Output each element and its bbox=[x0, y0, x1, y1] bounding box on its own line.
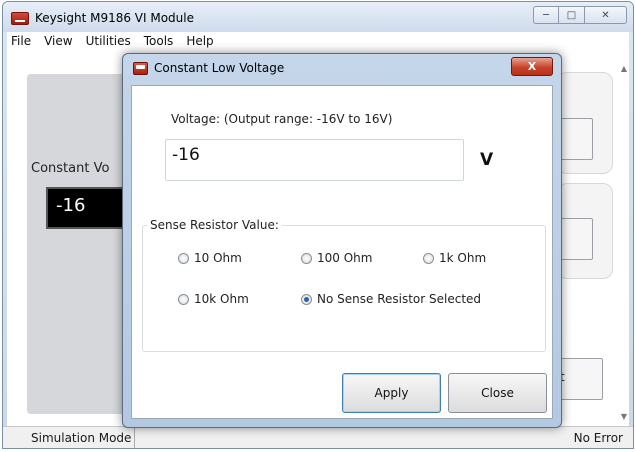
radio-button-icon bbox=[178, 293, 189, 305]
voltage-input-value: -16 bbox=[172, 145, 200, 165]
sense-resistor-group: Sense Resistor Value: 10 Ohm 100 Ohm 1k … bbox=[142, 218, 546, 352]
main-title-bar[interactable]: Keysight M9186 VI Module ─ □ ✕ bbox=[3, 2, 633, 32]
menu-file[interactable]: File bbox=[11, 34, 31, 48]
status-error: No Error bbox=[573, 431, 623, 445]
left-panel bbox=[27, 74, 137, 414]
menu-utilities[interactable]: Utilities bbox=[86, 34, 131, 48]
dialog-app-icon bbox=[133, 62, 148, 75]
dialog-title-bar[interactable]: Constant Low Voltage X bbox=[123, 54, 561, 82]
constant-voltage-label: Constant Vo bbox=[31, 161, 110, 176]
radio-label: 10 Ohm bbox=[194, 251, 242, 265]
menu-help[interactable]: Help bbox=[186, 34, 213, 48]
radio-10k-ohm[interactable]: 10k Ohm bbox=[178, 292, 249, 306]
radio-label: 100 Ohm bbox=[317, 251, 373, 265]
menu-tools[interactable]: Tools bbox=[144, 34, 174, 48]
radio-label: 1k Ohm bbox=[439, 251, 487, 265]
radio-label: No Sense Resistor Selected bbox=[317, 292, 482, 306]
right-button-1[interactable] bbox=[557, 118, 593, 160]
right-button-3[interactable]: t bbox=[557, 358, 603, 400]
radio-label: 10k Ohm bbox=[194, 292, 249, 306]
dialog-body: Voltage: (Output range: -16V to 16V) -16… bbox=[131, 85, 553, 419]
status-mode: Simulation Mode bbox=[3, 427, 135, 448]
main-window-title: Keysight M9186 VI Module bbox=[35, 11, 194, 25]
radio-10-ohm[interactable]: 10 Ohm bbox=[178, 251, 242, 265]
radio-button-icon bbox=[178, 252, 189, 264]
constant-voltage-value: -16 bbox=[56, 195, 86, 216]
radio-100-ohm[interactable]: 100 Ohm bbox=[301, 251, 372, 265]
dialog-title: Constant Low Voltage bbox=[154, 61, 285, 75]
minimize-icon: ─ bbox=[542, 9, 550, 21]
radio-no-sense-resistor[interactable]: No Sense Resistor Selected bbox=[301, 292, 481, 306]
radio-button-icon bbox=[301, 252, 312, 264]
apply-button[interactable]: Apply bbox=[342, 373, 441, 413]
voltage-input[interactable]: -16 bbox=[165, 139, 464, 181]
radio-button-icon bbox=[423, 252, 434, 264]
sense-resistor-legend: Sense Resistor Value: bbox=[147, 218, 282, 232]
radio-1k-ohm[interactable]: 1k Ohm bbox=[423, 251, 486, 265]
maximize-icon: □ bbox=[566, 9, 577, 21]
status-bar: Simulation Mode No Error bbox=[3, 426, 633, 448]
menu-bar: File View Utilities Tools Help bbox=[7, 32, 629, 50]
voltage-label: Voltage: (Output range: -16V to 16V) bbox=[171, 112, 393, 126]
scroll-up-icon[interactable]: ▲ bbox=[621, 64, 627, 73]
radio-button-selected-icon bbox=[301, 293, 312, 305]
right-button-2[interactable] bbox=[557, 218, 593, 260]
maximize-button[interactable]: □ bbox=[559, 6, 585, 24]
scroll-down-icon[interactable]: ▼ bbox=[621, 412, 627, 421]
close-button[interactable]: Close bbox=[448, 373, 547, 413]
dialog-close-button[interactable]: X bbox=[511, 57, 553, 76]
window-close-button[interactable]: ✕ bbox=[585, 6, 627, 24]
close-icon: ✕ bbox=[601, 9, 610, 21]
menu-view[interactable]: View bbox=[44, 34, 72, 48]
caption-buttons: ─ □ ✕ bbox=[533, 6, 627, 24]
minimize-button[interactable]: ─ bbox=[533, 6, 559, 24]
close-icon: X bbox=[527, 60, 537, 73]
constant-low-voltage-dialog: Constant Low Voltage X Voltage: (Output … bbox=[122, 53, 562, 428]
app-icon bbox=[11, 12, 29, 25]
voltage-unit-label: V bbox=[480, 150, 494, 170]
